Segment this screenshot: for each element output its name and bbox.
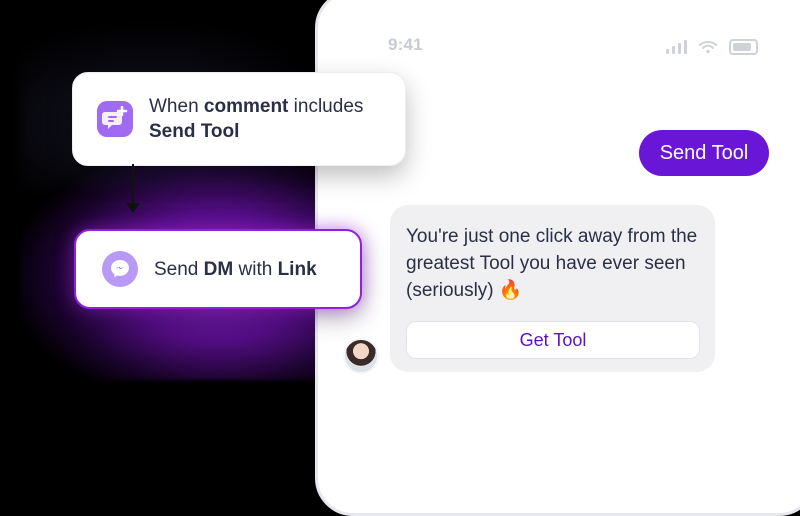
incoming-message-bubble: You're just one click away from the grea…: [390, 205, 715, 372]
battery-icon: [729, 39, 758, 55]
status-icons: [666, 39, 758, 55]
get-tool-button[interactable]: Get Tool: [406, 321, 700, 359]
trigger-text: When comment includes Send Tool: [149, 96, 364, 142]
incoming-message-text: You're just one click away from the grea…: [406, 226, 698, 301]
avatar: [343, 338, 379, 374]
status-bar: 9:41: [318, 35, 800, 61]
trigger-card[interactable]: When comment includes Send Tool: [72, 72, 406, 166]
outgoing-message: Send Tool: [639, 130, 769, 176]
wifi-icon: [699, 41, 717, 54]
action-card[interactable]: Send DM with Link: [74, 229, 362, 309]
status-time: 9:41: [388, 35, 423, 54]
signal-icon: [666, 40, 687, 54]
messenger-icon: [102, 251, 138, 287]
action-text: Send DM with Link: [154, 258, 317, 280]
comment-plus-icon: [97, 101, 133, 137]
arrow-down-icon: [126, 203, 140, 213]
